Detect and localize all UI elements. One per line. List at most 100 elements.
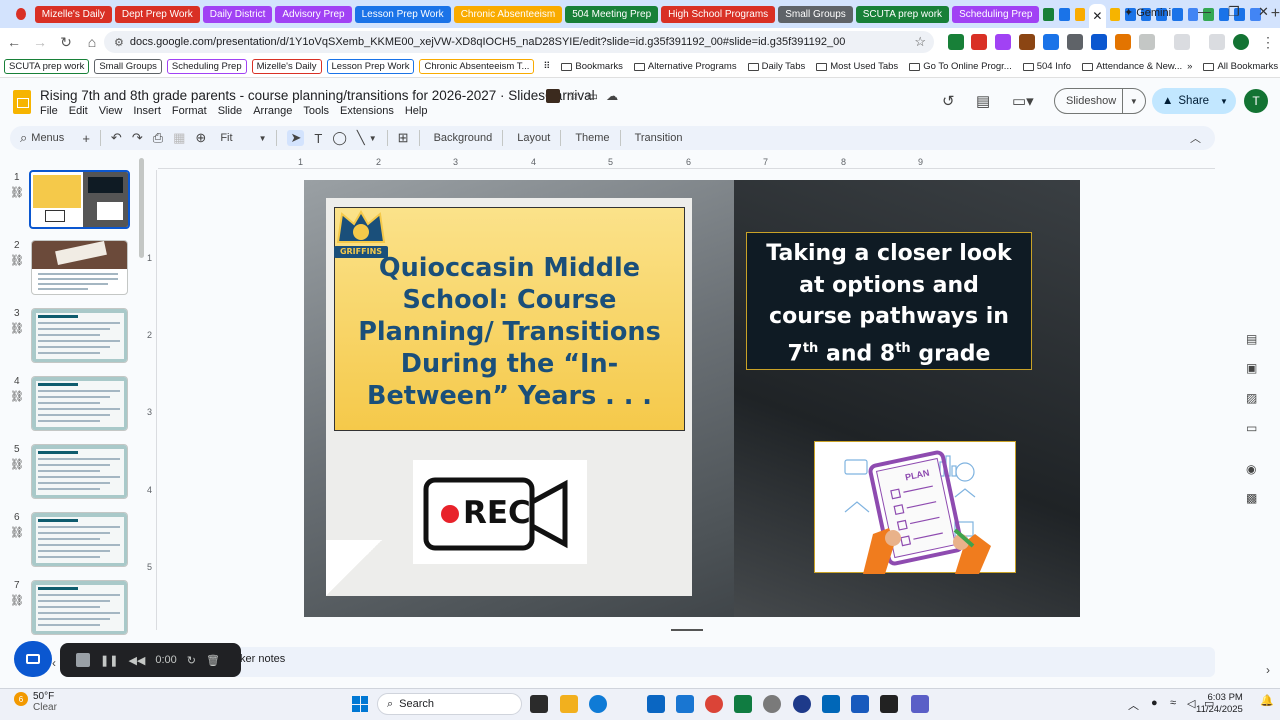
side-panel-toggle-icon[interactable]: › — [1266, 663, 1270, 677]
bookmark-folder[interactable]: 504 Info — [1022, 61, 1071, 72]
stop-icon[interactable] — [76, 653, 90, 667]
taskbar-search[interactable]: ⌕ Search — [377, 693, 522, 715]
subtitle-text[interactable]: Taking a closer look at options and cour… — [746, 238, 1032, 369]
tab-favicon-icon[interactable] — [1059, 7, 1070, 21]
menu-insert[interactable]: Insert — [133, 105, 161, 117]
tab-group-chip[interactable]: Lesson Prep Work — [354, 5, 451, 23]
profile-avatar-icon[interactable] — [1233, 34, 1249, 50]
more-bookmarks-icon[interactable]: » — [1187, 61, 1192, 72]
home-icon[interactable]: ⌂ — [80, 34, 104, 50]
tab-group-chip[interactable]: SCUTA prep work — [855, 5, 950, 23]
slide-thumbnail[interactable] — [31, 512, 128, 567]
add-comment-icon[interactable]: ⊞ — [398, 130, 409, 146]
extensions-puzzle-icon[interactable] — [1139, 34, 1155, 50]
back-arrow-icon[interactable]: ← — [2, 34, 26, 50]
slide-thumbnail[interactable] — [31, 308, 128, 363]
slide-thumbnail[interactable] — [29, 170, 130, 229]
extension-badge-icon[interactable] — [546, 89, 560, 103]
settings-icon[interactable] — [763, 695, 781, 713]
pause-icon[interactable]: ❚❚ — [100, 654, 118, 667]
browser-menu-icon[interactable]: ⋮ — [1256, 34, 1280, 51]
tab-favicon-icon[interactable] — [1172, 7, 1183, 21]
app-icon[interactable] — [793, 695, 811, 713]
linked-slide-icon[interactable]: ⛓ — [10, 458, 24, 471]
notifications-icon[interactable]: 🔔 — [1260, 694, 1274, 707]
bookmark-folder[interactable]: Attendance & New... — [1082, 61, 1182, 72]
share-button[interactable]: ▲ Share ▼ — [1152, 88, 1236, 114]
download-icon[interactable] — [1209, 34, 1225, 50]
extension-icon[interactable] — [1091, 34, 1107, 50]
task-view-icon[interactable] — [530, 695, 548, 713]
rec-image[interactable]: REC — [413, 460, 587, 564]
tab-favicon-icon[interactable] — [1187, 7, 1199, 21]
apps-grid-icon[interactable]: ⠿ — [543, 61, 550, 72]
word-icon[interactable] — [851, 695, 869, 713]
tab-group-chip[interactable]: Advisory Prep — [275, 5, 352, 23]
weather-icon[interactable]: 6 — [14, 692, 28, 706]
document-title[interactable]: Rising 7th and 8th grade parents - cours… — [40, 88, 595, 103]
tab-favicon-icon[interactable] — [1043, 7, 1055, 21]
gemini-button[interactable]: ✦ Gemini — [1124, 6, 1171, 20]
tab-group-chip[interactable]: Chronic Absenteeism — [453, 5, 563, 23]
rewind-icon[interactable]: ◀◀ — [128, 654, 145, 667]
bookmark-chip[interactable]: Chronic Absenteeism T... — [419, 59, 535, 74]
tab-group-chip[interactable]: High School Programs — [661, 5, 776, 23]
filmstrip-collapse-handle[interactable] — [671, 629, 703, 631]
mail-icon[interactable] — [676, 695, 694, 713]
menu-arrange[interactable]: Arrange — [253, 105, 292, 117]
menu-edit[interactable]: Edit — [69, 105, 88, 117]
speaker-notes-panel[interactable] — [158, 647, 1215, 677]
tasks-icon[interactable]: ▣ — [1246, 361, 1257, 375]
bookmark-chip[interactable]: Mizelle's Daily — [251, 59, 322, 74]
linked-slide-icon[interactable]: ⛓ — [10, 594, 24, 607]
teams-icon[interactable] — [911, 695, 929, 713]
outlook-icon[interactable] — [647, 695, 665, 713]
close-tab-icon[interactable]: ✕ — [1089, 4, 1106, 28]
maps-icon[interactable]: ▭ — [1246, 421, 1257, 435]
weather-widget[interactable]: 50°F Clear — [33, 691, 57, 713]
linked-slide-icon[interactable]: ⛓ — [10, 322, 24, 335]
extension-icon[interactable] — [1019, 34, 1035, 50]
print-icon[interactable]: ⎙ — [153, 130, 163, 146]
image-icon[interactable]: ◯ — [332, 130, 347, 146]
tab-favicon-icon[interactable] — [1074, 7, 1086, 21]
site-info-icon[interactable]: ⚙ — [114, 36, 124, 49]
linked-slide-icon[interactable]: ⛓ — [10, 186, 24, 199]
url-field[interactable]: ⚙ docs.google.com/presentation/d/1Y1oVqS… — [104, 31, 934, 53]
bookmark-chip[interactable]: Lesson Prep Work — [326, 59, 415, 74]
bookmark-chip[interactable]: Small Groups — [94, 59, 162, 74]
bookmark-folder[interactable]: Daily Tabs — [747, 61, 805, 72]
slides-logo-icon[interactable] — [13, 90, 31, 114]
bookmark-folder[interactable]: Alternative Programs — [633, 61, 737, 72]
tab-group-chip[interactable]: Small Groups — [778, 5, 853, 23]
remote-desktop-icon[interactable] — [822, 695, 840, 713]
move-folder-icon[interactable]: ▭ — [587, 89, 598, 103]
chevron-down-icon[interactable]: ▼ — [1220, 97, 1228, 106]
trash-icon[interactable]: 🗑 — [206, 654, 220, 667]
extension-icon[interactable] — [995, 34, 1011, 50]
extension-icon[interactable] — [971, 34, 987, 50]
keep-icon[interactable]: ▤ — [1246, 332, 1257, 346]
file-explorer-icon[interactable] — [560, 695, 578, 713]
new-tab-icon[interactable]: + — [1271, 5, 1280, 23]
bookmark-folder[interactable]: Bookmarks — [561, 61, 623, 72]
linked-slide-icon[interactable]: ⛓ — [10, 254, 24, 267]
zoom-icon[interactable]: ⊕ — [195, 130, 206, 146]
microphone-icon[interactable]: ● — [1151, 697, 1158, 709]
account-avatar[interactable]: T — [1244, 89, 1268, 113]
tab-group-chip[interactable]: Dept Prep Work — [114, 5, 200, 23]
menu-format[interactable]: Format — [172, 105, 207, 117]
main-title[interactable]: Quioccasin Middle School: Course Plannin… — [334, 252, 685, 412]
bookmark-folder[interactable]: Most Used Tabs — [816, 61, 898, 72]
slide-thumbnail[interactable] — [31, 240, 128, 295]
sidepanel-icon[interactable] — [1174, 34, 1190, 50]
transition-button[interactable]: Transition — [635, 132, 683, 144]
bookmark-chip[interactable]: SCUTA prep work — [4, 59, 90, 74]
slide-canvas[interactable]: GRIFFINS Quioccasin Middle School: Cours… — [304, 180, 1080, 617]
text-box-icon[interactable]: T — [314, 131, 322, 146]
record-icon[interactable]: ◉ — [1246, 462, 1256, 476]
menu-tools[interactable]: Tools — [303, 105, 329, 117]
version-history-icon[interactable]: ↺ — [942, 92, 955, 110]
menu-slide[interactable]: Slide — [218, 105, 242, 117]
wifi-icon[interactable]: ≈ — [1170, 697, 1176, 709]
